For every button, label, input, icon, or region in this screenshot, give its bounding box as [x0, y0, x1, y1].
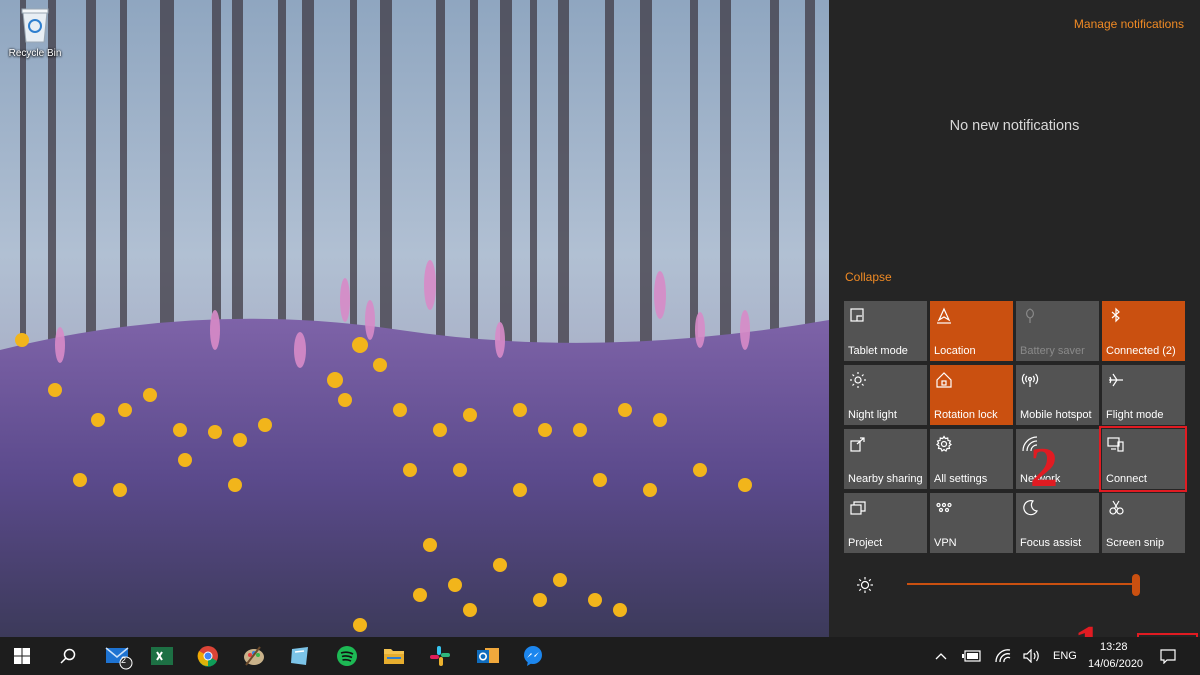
windows-logo-icon [14, 648, 30, 664]
mail-badge: 2 [121, 655, 127, 665]
quick-action-connected-2[interactable]: Connected (2) [1102, 301, 1185, 361]
spotify-icon [337, 646, 357, 666]
wifi-icon [995, 649, 1011, 663]
quick-action-all-settings[interactable]: All settings [930, 429, 1013, 489]
recycle-bin[interactable]: Recycle Bin [4, 4, 66, 59]
taskbar-spotify[interactable] [325, 637, 369, 675]
tablet-mode-icon [849, 307, 867, 325]
quick-action-vpn[interactable]: VPN [930, 493, 1013, 553]
excel-icon [151, 647, 173, 665]
quick-action-label: Mobile hotspot [1020, 409, 1092, 421]
quick-action-rotation-lock[interactable]: Rotation lock [930, 365, 1013, 425]
volume-tray-button[interactable] [1020, 637, 1044, 675]
input-language-indicator[interactable]: ENG [1053, 650, 1077, 662]
night-light-icon [849, 371, 867, 389]
taskbar-chrome[interactable] [186, 637, 230, 675]
quick-action-focus-assist[interactable]: Focus assist [1016, 493, 1099, 553]
slack-icon [430, 646, 450, 666]
screen-snip-icon [1107, 499, 1125, 517]
show-hidden-icons-button[interactable] [930, 637, 952, 675]
quick-action-label: Battery saver [1020, 345, 1085, 357]
battery-saver-icon [1021, 307, 1039, 325]
quick-action-project[interactable]: Project [844, 493, 927, 553]
network-tray-button[interactable] [990, 637, 1016, 675]
quick-action-label: Flight mode [1106, 409, 1164, 421]
taskbar-messenger[interactable] [511, 637, 555, 675]
location-icon [935, 307, 953, 325]
outlook-icon [477, 648, 499, 663]
quick-action-label: Nearby sharing [848, 473, 923, 485]
quick-action-label: Night light [848, 409, 897, 421]
paint-icon [244, 646, 264, 666]
chrome-icon [197, 646, 218, 667]
focus-assist-icon [1021, 499, 1039, 517]
rotation-lock-icon [935, 371, 953, 389]
quick-action-label: Tablet mode [848, 345, 908, 357]
brightness-icon [856, 576, 874, 594]
quick-action-night-light[interactable]: Night light [844, 365, 927, 425]
quick-action-label: Focus assist [1020, 537, 1082, 549]
quick-action-label: VPN [934, 537, 957, 549]
quick-action-label: Screen snip [1106, 537, 1165, 549]
quick-action-screen-snip[interactable]: Screen snip [1102, 493, 1185, 553]
project-icon [849, 499, 867, 517]
quick-action-location[interactable]: Location [930, 301, 1013, 361]
clock-time[interactable]: 13:28 [1100, 641, 1128, 653]
taskbar: 2 ENG 13:28 14/06/2020 [0, 637, 1200, 675]
quick-action-label: Rotation lock [934, 409, 998, 421]
taskbar-notes[interactable] [278, 637, 322, 675]
quick-action-label: Project [848, 537, 883, 549]
folder-icon [384, 649, 404, 664]
taskbar-slack[interactable] [418, 637, 462, 675]
action-center-button[interactable] [1146, 637, 1190, 675]
search-button[interactable] [46, 637, 90, 675]
quick-action-flight-mode[interactable]: Flight mode [1102, 365, 1185, 425]
speaker-icon [1023, 649, 1039, 663]
manage-notifications-link[interactable]: Manage notifications [1074, 17, 1184, 31]
messenger-icon [524, 646, 542, 666]
quick-action-label: Connected (2) [1106, 345, 1176, 357]
battery-icon [962, 650, 981, 662]
collapse-link[interactable]: Collapse [845, 270, 892, 284]
notification-icon [1160, 649, 1176, 664]
nearby-sharing-icon [849, 435, 867, 453]
mobile-hotspot-icon [1021, 371, 1039, 389]
no-notifications-text: No new notifications [949, 118, 1080, 134]
taskbar-mail[interactable]: 2 [96, 637, 140, 675]
mail-icon [105, 647, 133, 670]
quick-action-battery-saver[interactable]: Battery saver [1016, 301, 1099, 361]
battery-tray-button[interactable] [959, 637, 985, 675]
flight-mode-icon [1107, 371, 1125, 389]
quick-action-tablet-mode[interactable]: Tablet mode [844, 301, 927, 361]
quick-action-label: All settings [934, 473, 988, 485]
clock-date[interactable]: 14/06/2020 [1088, 658, 1143, 670]
recycle-bin-icon [19, 4, 51, 44]
desktop-wallpaper: Recycle Bin [0, 0, 829, 637]
brightness-slider-track[interactable] [907, 583, 1137, 585]
quick-action-nearby-sharing[interactable]: Nearby sharing [844, 429, 927, 489]
search-icon [60, 648, 76, 664]
brightness-slider-thumb[interactable] [1132, 574, 1140, 596]
wallpaper-forest-flowers [0, 0, 829, 637]
annotation-number-2: 2 [1030, 437, 1058, 499]
start-button[interactable] [0, 637, 44, 675]
annotation-box-connect [1099, 426, 1187, 492]
gear-icon [935, 435, 953, 453]
taskbar-excel[interactable] [140, 637, 184, 675]
taskbar-file-explorer[interactable] [372, 637, 416, 675]
quick-action-mobile-hotspot[interactable]: Mobile hotspot [1016, 365, 1099, 425]
recycle-bin-label: Recycle Bin [8, 48, 62, 59]
bluetooth-icon [1107, 307, 1125, 325]
action-center-panel: Manage notifications No new notification… [829, 0, 1200, 637]
quick-action-label: Location [934, 345, 976, 357]
vpn-icon [935, 499, 953, 517]
notes-icon [291, 647, 308, 665]
chevron-up-icon [935, 653, 947, 660]
taskbar-outlook[interactable] [466, 637, 510, 675]
taskbar-paint[interactable] [232, 637, 276, 675]
